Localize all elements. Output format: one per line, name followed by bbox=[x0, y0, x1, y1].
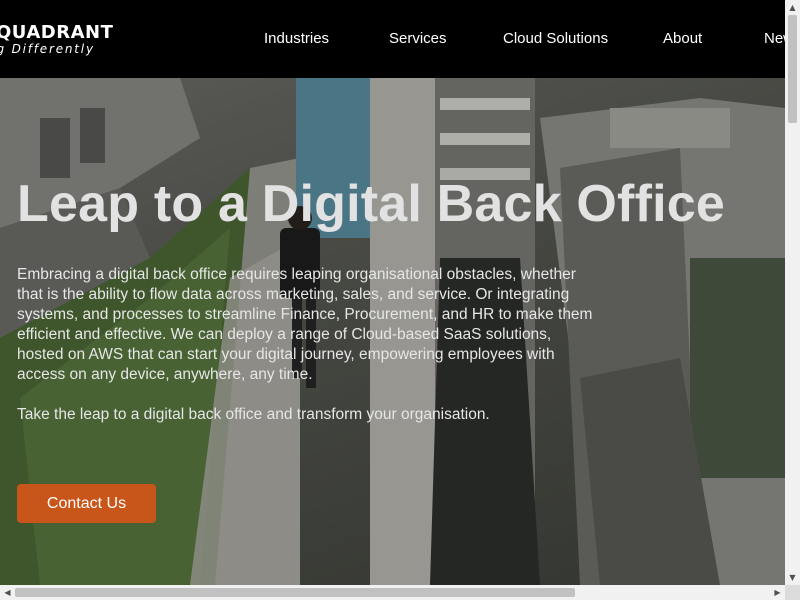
nav-item-services[interactable]: Services bbox=[389, 30, 447, 47]
hero-paragraph: Take the leap to a digital back office a… bbox=[17, 406, 490, 423]
horizontal-scrollbar[interactable]: ◀ ▶ bbox=[0, 585, 785, 600]
nav-item-news[interactable]: New bbox=[764, 30, 785, 47]
scroll-left-arrow-icon[interactable]: ◀ bbox=[0, 585, 15, 600]
nav-item-cloud-solutions[interactable]: Cloud Solutions bbox=[503, 30, 608, 47]
nav-item-industries[interactable]: Industries bbox=[264, 30, 329, 47]
brand-tagline: ing Differently bbox=[0, 42, 95, 56]
hero-section: Leap to a Digital Back Office Embracing … bbox=[0, 78, 785, 585]
hero-title: Leap to a Digital Back Office bbox=[17, 175, 725, 233]
site-header: QUADRANT ing Differently Industries Serv… bbox=[0, 0, 785, 78]
brand-name: QUADRANT bbox=[0, 22, 114, 43]
contact-us-button[interactable]: Contact Us bbox=[17, 484, 156, 523]
scrollbar-corner bbox=[785, 585, 800, 600]
hero-body: Embracing a digital back office requires… bbox=[17, 265, 602, 425]
scroll-down-arrow-icon[interactable]: ▼ bbox=[785, 570, 800, 585]
scroll-up-arrow-icon[interactable]: ▲ bbox=[785, 0, 800, 15]
hero-paragraph: Embracing a digital back office requires… bbox=[17, 266, 593, 383]
horizontal-scroll-thumb[interactable] bbox=[15, 588, 575, 597]
scroll-right-arrow-icon[interactable]: ▶ bbox=[770, 585, 785, 600]
nav-item-about[interactable]: About bbox=[663, 30, 702, 47]
browser-viewport: QUADRANT ing Differently Industries Serv… bbox=[0, 0, 785, 585]
vertical-scrollbar[interactable]: ▲ ▼ bbox=[785, 0, 800, 585]
vertical-scroll-thumb[interactable] bbox=[788, 15, 797, 123]
brand-logo[interactable]: QUADRANT ing Differently bbox=[0, 22, 114, 57]
